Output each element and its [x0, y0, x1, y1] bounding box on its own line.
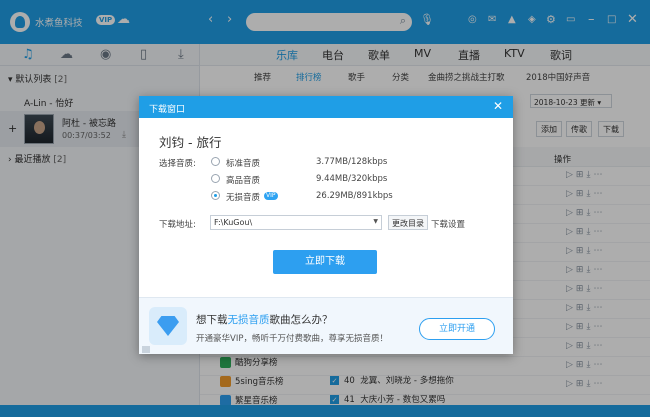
download-dir-input[interactable]: F:\KuGou\ ▼ [210, 215, 382, 230]
quality-name[interactable]: 高品音质 [226, 174, 260, 186]
quality-radio-high[interactable] [211, 174, 220, 183]
open-vip-button[interactable]: 立即开通 [419, 318, 495, 340]
dropdown-arrow-icon[interactable]: ▼ [373, 218, 378, 225]
vip-promo: 想下载无损音质歌曲怎么办？ 开通豪华VIP，畅听千万付费歌曲，尊享无损音质！ 立… [139, 297, 513, 354]
download-now-button[interactable]: 立即下载 [273, 250, 377, 274]
quality-radio-standard[interactable] [211, 157, 220, 166]
quality-size: 26.29MB/891kbps [316, 191, 393, 201]
change-dir-button[interactable]: 更改目录 [388, 215, 428, 230]
download-settings-link[interactable]: 下载设置 [431, 218, 465, 230]
quality-name[interactable]: 无损音质 [226, 191, 260, 203]
promo-subtitle: 开通豪华VIP，畅听千万付费歌曲，尊享无损音质！ [196, 334, 388, 344]
close-icon[interactable]: ✕ [493, 99, 503, 113]
dialog-header: 下载窗口 ✕ [139, 96, 513, 118]
dialog-title: 下载窗口 [149, 105, 186, 115]
quality-label: 选择音质: [159, 159, 196, 169]
song-name: 刘钧 - 旅行 [159, 135, 222, 150]
quality-radio-lossless[interactable] [211, 191, 220, 200]
promo-title: 想下载无损音质歌曲怎么办？ [196, 314, 333, 326]
diamond-icon [149, 307, 187, 345]
download-dir-label: 下载地址: [159, 220, 196, 230]
vip-tag: VIP [264, 192, 278, 200]
quality-size: 3.77MB/128kbps [316, 157, 388, 167]
quality-size: 9.44MB/320kbps [316, 174, 388, 184]
collapse-icon[interactable] [142, 346, 150, 353]
download-dialog: 下载窗口 ✕ 刘钧 - 旅行 选择音质: 标准音质 3.77MB/128kbps… [139, 96, 513, 354]
quality-name[interactable]: 标准音质 [226, 157, 260, 169]
